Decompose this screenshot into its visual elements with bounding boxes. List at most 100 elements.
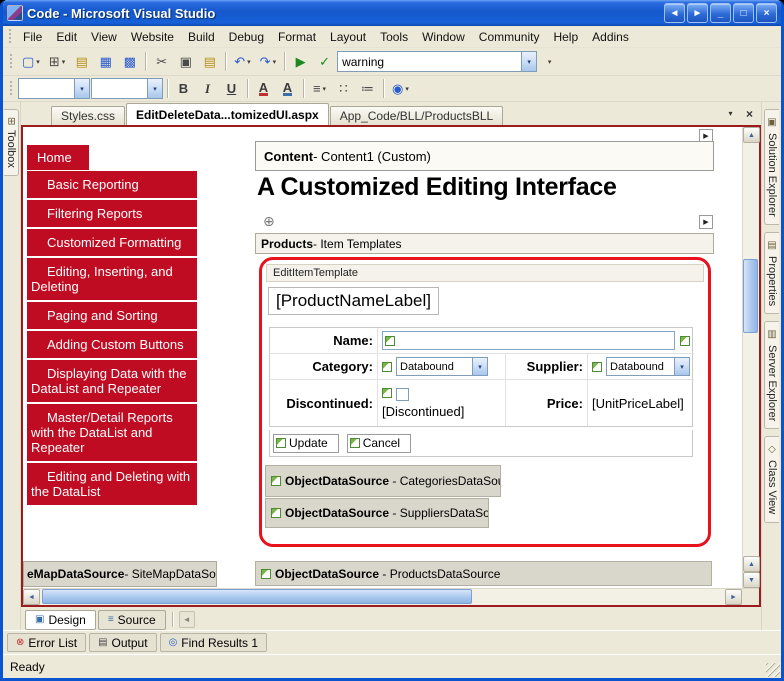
sitemapdatasource-control[interactable]: eMapDataSource - SiteMapDataSource1 [23, 561, 217, 587]
objectdatasource-categories[interactable]: ObjectDataSource - CategoriesDataSource [265, 465, 501, 497]
nav-item-basic-reporting[interactable]: Basic Reporting [27, 171, 197, 198]
block-format-combobox[interactable]: ▾ [91, 78, 163, 99]
combo-arrow-button[interactable]: ▾ [521, 52, 536, 71]
update-button[interactable]: Update [273, 434, 339, 453]
server-explorer-tab[interactable]: ▥ Server Explorer [764, 321, 779, 429]
nav-item-displaying-data[interactable]: Displaying Data with the DataList and Re… [27, 360, 197, 402]
smart-tag-button[interactable]: ▶ [699, 215, 713, 229]
objectdatasource-suppliers[interactable]: ObjectDataSource - SuppliersDataSource [265, 498, 489, 528]
open-file-button[interactable]: ▤ [70, 51, 93, 73]
nav-item-editing-deleting-datalist[interactable]: Editing and Deleting with the DataList [27, 463, 197, 505]
italic-button[interactable]: I [196, 78, 219, 100]
menu-format[interactable]: Format [271, 27, 323, 47]
product-name-label[interactable]: [ProductNameLabel] [268, 287, 439, 315]
minimize-button[interactable]: _ [710, 3, 731, 23]
vertical-scrollbar[interactable]: ▲ ▲ ▼ [742, 127, 759, 588]
vertical-scroll-thumb[interactable] [743, 259, 758, 333]
undo-button[interactable]: ↶▾ [230, 51, 254, 73]
combo-arrow-button[interactable]: ▾ [74, 79, 89, 98]
combo-arrow-button[interactable]: ▾ [472, 358, 487, 375]
menu-addins[interactable]: Addins [585, 27, 636, 47]
scroll-left-button[interactable]: ◄ [23, 589, 40, 605]
horizontal-scrollbar[interactable]: ◄ ► [23, 589, 742, 605]
find-combobox[interactable]: warning ▾ [337, 51, 537, 72]
hyperlink-button[interactable]: ◉▾ [388, 78, 413, 100]
numbering-button[interactable]: ≔ [356, 78, 379, 100]
menu-edit[interactable]: Edit [49, 27, 84, 47]
design-view-tab[interactable]: ▣ Design [25, 610, 96, 630]
nav-home-tab[interactable]: Home [27, 145, 89, 170]
horizontal-scroll-track[interactable] [40, 589, 725, 605]
title-bar[interactable]: Code - Microsoft Visual Studio ◄ ► _ □ × [3, 0, 781, 26]
close-button[interactable]: × [756, 3, 777, 23]
nav-item-paging-sorting[interactable]: Paging and Sorting [27, 302, 197, 329]
menu-window[interactable]: Window [415, 27, 472, 47]
nav-item-filtering-reports[interactable]: Filtering Reports [27, 200, 197, 227]
horizontal-scroll-thumb[interactable] [42, 589, 472, 604]
name-textbox[interactable] [382, 331, 675, 350]
nav-item-adding-custom-buttons[interactable]: Adding Custom Buttons [27, 331, 197, 358]
active-files-menu-button[interactable]: ▾ [723, 106, 738, 121]
cancel-button[interactable]: Cancel [347, 434, 411, 453]
close-document-button[interactable]: × [742, 106, 757, 121]
content-placeholder-header[interactable]: Content - Content1 (Custom) [255, 141, 714, 171]
menu-layout[interactable]: Layout [323, 27, 373, 47]
scroll-down-button[interactable]: ▼ [743, 572, 760, 588]
toolbar-grip[interactable] [9, 81, 14, 97]
copy-button[interactable]: ▣ [174, 51, 197, 73]
error-list-tab[interactable]: ⊗ Error List [7, 633, 86, 652]
objectdatasource-products[interactable]: ObjectDataSource - ProductsDataSource [255, 561, 712, 586]
toolbar-grip[interactable] [9, 54, 14, 70]
back-arrow-button[interactable]: ◄ [664, 3, 685, 23]
menu-file[interactable]: File [16, 27, 49, 47]
nav-item-master-detail[interactable]: Master/Detail Reports with the DataList … [27, 404, 197, 461]
tab-scroll-left-button[interactable]: ◄ [179, 611, 195, 628]
alignment-button[interactable]: ≡▾ [308, 78, 331, 100]
menu-debug[interactable]: Debug [222, 27, 271, 47]
menu-website[interactable]: Website [124, 27, 181, 47]
class-view-tab[interactable]: ◇ Class View [764, 436, 779, 522]
menu-community[interactable]: Community [472, 27, 547, 47]
move-handle-icon[interactable]: ⊕ [263, 213, 275, 230]
redo-button[interactable]: ↷▾ [256, 51, 280, 73]
maximize-button[interactable]: □ [733, 3, 754, 23]
save-all-button[interactable]: ▩ [118, 51, 141, 73]
target-rule-combobox[interactable]: ▾ [18, 78, 90, 99]
bold-button[interactable]: B [172, 78, 195, 100]
start-debug-button[interactable]: ▶ [289, 51, 312, 73]
properties-tab[interactable]: ▤ Properties [764, 232, 779, 314]
menu-tools[interactable]: Tools [373, 27, 415, 47]
vertical-scroll-track[interactable] [743, 143, 759, 556]
source-view-tab[interactable]: ≡ Source [98, 610, 166, 630]
nav-item-editing-inserting-deleting[interactable]: Editing, Inserting, and Deleting [27, 258, 197, 300]
underline-button[interactable]: U [220, 78, 243, 100]
find-options-button[interactable]: ▾ [538, 51, 561, 73]
toolbar-grip[interactable] [8, 29, 13, 45]
solution-explorer-tab[interactable]: ▣ Solution Explorer [764, 109, 779, 225]
font-color-button[interactable]: A [252, 78, 275, 100]
add-item-button[interactable]: ⊞▾ [45, 51, 69, 73]
tab-editdeletedata-aspx[interactable]: EditDeleteData...tomizedUI.aspx [126, 103, 329, 125]
category-dropdown[interactable]: Databound ▾ [396, 357, 488, 376]
resize-grip[interactable] [766, 663, 780, 677]
toolbox-tab[interactable]: ⊞ Toolbox [4, 109, 19, 176]
datalist-header[interactable]: Products - Item Templates [255, 233, 714, 254]
edititemtemplate-header[interactable]: EditItemTemplate [266, 264, 704, 282]
menu-build[interactable]: Build [181, 27, 222, 47]
combo-arrow-button[interactable]: ▾ [674, 358, 689, 375]
cut-button[interactable]: ✂ [150, 51, 173, 73]
forward-arrow-button[interactable]: ► [687, 3, 708, 23]
discontinued-checkbox[interactable] [396, 388, 409, 401]
find-results-tab[interactable]: ◎ Find Results 1 [160, 633, 267, 652]
supplier-dropdown[interactable]: Databound ▾ [606, 357, 690, 376]
nav-item-customized-formatting[interactable]: Customized Formatting [27, 229, 197, 256]
paste-button[interactable]: ▤ [198, 51, 221, 73]
scroll-right-button[interactable]: ► [725, 589, 742, 605]
menu-help[interactable]: Help [546, 27, 585, 47]
scroll-up-button[interactable]: ▲ [743, 127, 760, 143]
check-page-button[interactable]: ✓ [313, 51, 336, 73]
tab-productsbll[interactable]: App_Code/BLL/ProductsBLL [330, 106, 503, 125]
menu-view[interactable]: View [84, 27, 124, 47]
save-button[interactable]: ▦ [94, 51, 117, 73]
split-up-button[interactable]: ▲ [743, 556, 760, 572]
